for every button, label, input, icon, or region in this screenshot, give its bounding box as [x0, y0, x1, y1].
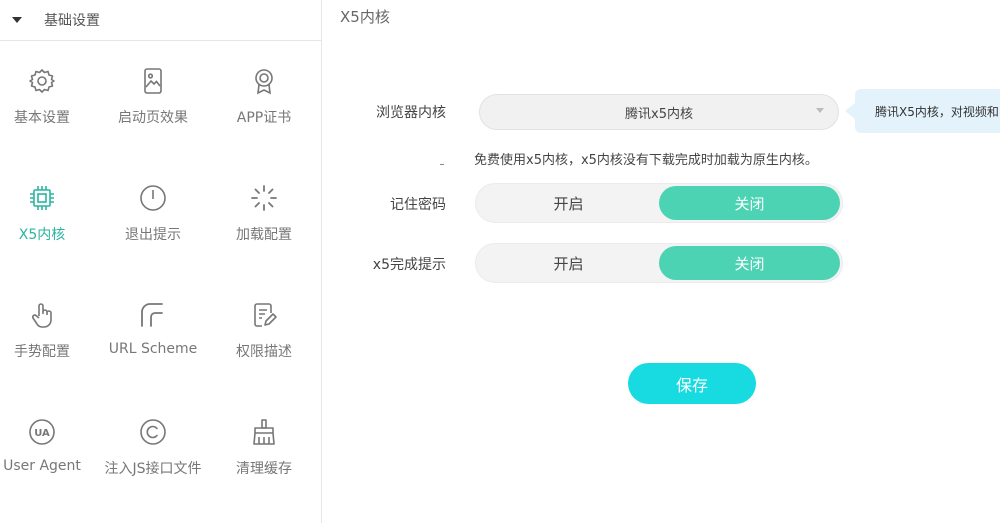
sidebar-item-exit-prompt[interactable]: 退出提示 [98, 159, 208, 259]
sidebar-item-url-scheme[interactable]: URL Scheme [98, 276, 208, 376]
sidebar-item-basic-settings[interactable]: 基本设置 [0, 42, 97, 142]
dropdown-arrow-icon [816, 108, 824, 113]
svg-text:UA: UA [34, 428, 50, 439]
sidebar-item-label: 注入JS接口文件 [104, 461, 202, 477]
chip-icon [27, 183, 57, 213]
certificate-icon [249, 66, 279, 96]
power-icon [138, 183, 168, 213]
x5-complete-tip-on-option[interactable]: 开启 [478, 246, 659, 280]
sidebar-item-inject-js[interactable]: 注入JS接口文件 [98, 393, 208, 493]
sidebar-section-header[interactable]: 基础设置 [0, 0, 321, 41]
sidebar-section-title: 基础设置 [44, 13, 100, 29]
sidebar-item-label: 加载配置 [236, 227, 292, 243]
x5-complete-tip-toggle: 开启 关闭 [475, 243, 843, 283]
document-edit-icon [249, 300, 279, 330]
remember-password-off-option[interactable]: 关闭 [659, 186, 840, 220]
ua-badge-icon: UA [27, 417, 57, 447]
sidebar: 基础设置 基本设置 启动页效果 APP证书 X5内核 退出提示 加载配置 手势配… [0, 0, 322, 523]
sidebar-item-label: APP证书 [236, 110, 292, 126]
page-title: X5内核 [340, 8, 390, 26]
sidebar-item-label: 清理缓存 [236, 461, 292, 477]
main-panel: X5内核 浏览器内核 腾讯x5内核 腾讯X5内核，对视频和 免费使用x5内核，x… [323, 0, 1000, 523]
sidebar-item-label: 基本设置 [14, 110, 70, 126]
copyright-icon [138, 417, 168, 447]
broom-icon [249, 417, 279, 447]
save-button[interactable]: 保存 [628, 363, 756, 404]
sidebar-item-permission-desc[interactable]: 权限描述 [209, 276, 319, 376]
remember-password-label: 记住密码 [390, 197, 446, 213]
kernel-hint-text: 免费使用x5内核，x5内核没有下载完成时加载为原生内核。 [474, 153, 818, 168]
sidebar-item-label: URL Scheme [108, 341, 198, 357]
gear-icon [27, 66, 57, 96]
sidebar-item-gesture-config[interactable]: 手势配置 [0, 276, 97, 376]
sidebar-item-loading-config[interactable]: 加载配置 [209, 159, 319, 259]
x5-complete-tip-label: x5完成提示 [372, 257, 446, 273]
caret-down-icon [12, 17, 22, 23]
browser-kernel-select[interactable]: 腾讯x5内核 [479, 94, 839, 130]
sidebar-item-clear-cache[interactable]: 清理缓存 [209, 393, 319, 493]
sidebar-item-label: 退出提示 [125, 227, 181, 243]
sidebar-item-user-agent[interactable]: UA User Agent [0, 393, 97, 493]
sidebar-item-x5-kernel[interactable]: X5内核 [0, 159, 97, 259]
remember-password-toggle: 开启 关闭 [475, 183, 843, 223]
sidebar-item-label: 启动页效果 [118, 110, 188, 126]
browser-kernel-tooltip: 腾讯X5内核，对视频和 [855, 89, 1000, 133]
remember-password-on-option[interactable]: 开启 [478, 186, 659, 220]
loading-spinner-icon [249, 183, 279, 213]
tooltip-tail [845, 103, 855, 119]
sidebar-item-splash-effect[interactable]: 启动页效果 [98, 42, 208, 142]
sidebar-item-label: X5内核 [18, 227, 66, 243]
scheme-link-icon [138, 300, 168, 330]
sidebar-item-label: 权限描述 [236, 344, 292, 360]
image-phone-icon [138, 66, 168, 96]
sidebar-item-label: 手势配置 [14, 344, 70, 360]
divider-mark [440, 164, 444, 165]
x5-complete-tip-off-option[interactable]: 关闭 [659, 246, 840, 280]
browser-kernel-selected-value: 腾讯x5内核 [625, 106, 693, 122]
sidebar-item-label: User Agent [3, 458, 81, 474]
browser-kernel-label: 浏览器内核 [376, 105, 446, 121]
sidebar-item-app-certificate[interactable]: APP证书 [209, 42, 319, 142]
hand-gesture-icon [27, 300, 57, 330]
